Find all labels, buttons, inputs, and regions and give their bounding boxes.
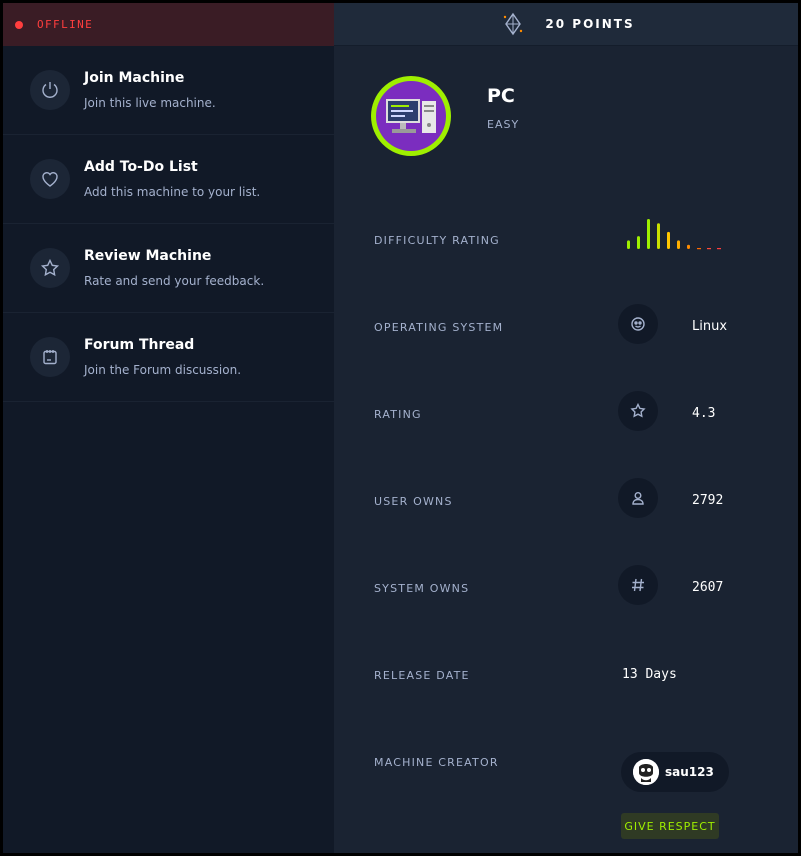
operating-system-value: Linux [692,319,728,334]
difficulty-bar [677,240,680,249]
give-respect-button[interactable]: GIVE RESPECT [621,813,719,839]
action-title: Forum Thread [84,337,195,353]
review-machine-action[interactable]: Review Machine Rate and send your feedba… [3,224,334,313]
difficulty-bar [637,236,640,249]
actions-panel: OFFLINE Join Machine Join this live mach… [3,3,334,853]
machine-creator-label: MACHINE CREATOR [374,756,499,769]
difficulty-bar [627,240,630,249]
rating-label: RATING [374,408,422,421]
action-title: Add To-Do List [84,159,198,175]
release-date-value: 13 Days [622,667,677,682]
status-bar: OFFLINE [3,3,334,46]
action-title: Join Machine [84,70,185,86]
join-machine-action[interactable]: Join Machine Join this live machine. [3,46,334,135]
creator-profile-link[interactable]: sau123 [621,752,729,792]
action-subtitle: Join this live machine. [84,96,216,110]
creator-name: sau123 [665,765,714,779]
action-subtitle: Rate and send your feedback. [84,274,265,288]
machine-name: PC [487,85,515,107]
system-owns-label: SYSTEM OWNS [374,582,470,595]
action-subtitle: Join the Forum discussion. [84,363,242,377]
rating-value: 4.3 [692,406,716,421]
add-todo-action[interactable]: Add To-Do List Add this machine to your … [3,135,334,224]
difficulty-bar-empty [707,248,711,250]
power-icon [30,70,70,110]
points-bar: 20 POINTS [334,3,798,46]
user-owns-label: USER OWNS [374,495,453,508]
machine-avatar [371,76,451,156]
difficulty-bar [687,244,690,249]
action-subtitle: Add this machine to your list. [84,185,261,199]
machine-details-panel: 20 POINTS PC EASY DIFFICULTY RATING OPER… [334,3,798,853]
heart-icon [30,159,70,199]
system-owns-value: 2607 [692,580,724,595]
machine-difficulty: EASY [487,118,520,131]
forum-icon [30,337,70,377]
difficulty-bar [667,231,670,249]
operating-system-label: OPERATING SYSTEM [374,321,504,334]
linux-icon [618,304,658,344]
release-date-label: RELEASE DATE [374,669,470,682]
difficulty-chart [627,219,721,250]
status-label: OFFLINE [37,18,94,31]
creator-avatar [633,759,659,785]
user-icon [618,478,658,518]
user-owns-value: 2792 [692,493,724,508]
difficulty-bar [657,223,660,249]
hash-icon [618,565,658,605]
action-title: Review Machine [84,248,212,264]
status-dot [15,20,23,29]
star-icon [30,248,70,288]
forum-thread-action[interactable]: Forum Thread Join the Forum discussion. [3,313,334,402]
difficulty-bar-empty [717,248,721,250]
points-gem-icon [504,12,523,36]
difficulty-rating-label: DIFFICULTY RATING [374,234,500,247]
machine-card: OFFLINE Join Machine Join this live mach… [1,1,800,855]
difficulty-bar [647,219,650,249]
difficulty-bar-empty [697,248,701,250]
points-label: 20 POINTS [545,17,635,31]
rating-star-icon [618,391,658,431]
